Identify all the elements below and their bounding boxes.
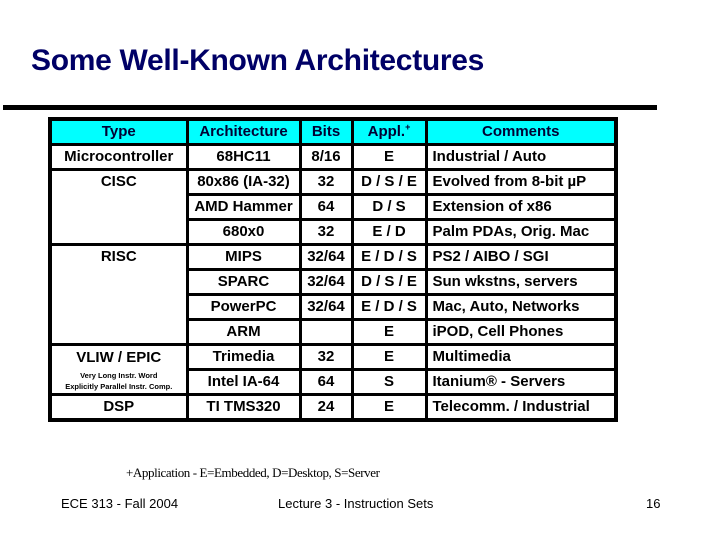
bits-cell: 32/64 bbox=[298, 268, 354, 296]
appl-cell: E bbox=[350, 393, 428, 422]
table-row: DSP TI TMS320 24 E Telecomm. / Industria… bbox=[48, 393, 618, 422]
bits-cell bbox=[298, 318, 354, 346]
comments-cell: Evolved from 8-bit µP bbox=[424, 168, 618, 196]
architecture-cell: Trimedia bbox=[185, 343, 302, 371]
epic-expansion: Explicitly Parallel Instr. Comp. bbox=[65, 382, 173, 391]
footnote-marker: + bbox=[405, 122, 411, 132]
architecture-cell: TI TMS320 bbox=[185, 393, 302, 422]
comments-cell: Multimedia bbox=[424, 343, 618, 371]
appl-cell: E bbox=[350, 343, 428, 371]
bits-cell: 24 bbox=[298, 393, 354, 422]
comments-cell: iPOD, Cell Phones bbox=[424, 318, 618, 346]
architecture-cell: MIPS bbox=[185, 243, 302, 271]
header-appl: Appl.+ bbox=[350, 117, 428, 146]
appl-cell: D / S bbox=[350, 193, 428, 221]
title-rule-divider bbox=[3, 105, 657, 110]
appl-cell: S bbox=[350, 368, 428, 396]
type-cell-dsp: DSP bbox=[48, 393, 189, 422]
header-comments: Comments bbox=[424, 117, 618, 146]
header-bits: Bits bbox=[298, 117, 354, 146]
appl-cell: E / D / S bbox=[350, 243, 428, 271]
appl-cell: E bbox=[350, 318, 428, 346]
architecture-cell: Intel IA-64 bbox=[185, 368, 302, 396]
table-row: VLIW / EPIC Very Long Instr. Word Explic… bbox=[48, 343, 618, 396]
slide-title: Some Well-Known Architectures bbox=[31, 44, 485, 77]
comments-cell: Mac, Auto, Networks bbox=[424, 293, 618, 321]
bits-cell: 32 bbox=[298, 168, 354, 196]
appl-cell: E / D bbox=[350, 218, 428, 246]
architecture-cell: PowerPC bbox=[185, 293, 302, 321]
bits-cell: 32/64 bbox=[298, 243, 354, 271]
type-cell-microcontroller: Microcontroller bbox=[48, 143, 189, 171]
comments-cell: Palm PDAs, Orig. Mac bbox=[424, 218, 618, 246]
table-row: RISC MIPS 32/64 E / D / S PS2 / AIBO / S… bbox=[48, 243, 618, 346]
architecture-cell: ARM bbox=[185, 318, 302, 346]
vliw-epic-label: VLIW / EPIC bbox=[76, 349, 162, 366]
table-row: CISC 80x86 (IA-32) 32 D / S / E Evolved … bbox=[48, 168, 618, 246]
appl-cell: E / D / S bbox=[350, 293, 428, 321]
comments-cell: Extension of x86 bbox=[424, 193, 618, 221]
comments-cell: Sun wkstns, servers bbox=[424, 268, 618, 296]
appl-cell: D / S / E bbox=[350, 268, 428, 296]
table-header-row: Type Architecture Bits Appl.+ Comments bbox=[48, 117, 618, 146]
bits-cell: 32 bbox=[298, 218, 354, 246]
bits-cell: 32 bbox=[298, 343, 354, 371]
architecture-cell: 80x86 (IA-32) bbox=[185, 168, 302, 196]
type-cell-cisc: CISC bbox=[48, 168, 189, 246]
architectures-table: Type Architecture Bits Appl.+ Comments M… bbox=[48, 117, 618, 422]
architecture-cell: 680x0 bbox=[185, 218, 302, 246]
footer-lecture: Lecture 3 - Instruction Sets bbox=[278, 496, 434, 511]
header-architecture: Architecture bbox=[185, 117, 302, 146]
comments-cell: Industrial / Auto bbox=[424, 143, 618, 171]
type-cell-vliw-epic: VLIW / EPIC Very Long Instr. Word Explic… bbox=[48, 343, 189, 396]
application-footnote: +Application - E=Embedded, D=Desktop, S=… bbox=[126, 465, 380, 480]
header-appl-label: Appl. bbox=[367, 123, 406, 140]
comments-cell: PS2 / AIBO / SGI bbox=[424, 243, 618, 271]
table-row: Microcontroller 68HC11 8/16 E Industrial… bbox=[48, 143, 618, 171]
appl-cell: E bbox=[350, 143, 428, 171]
slide-number: 16 bbox=[646, 496, 661, 511]
vliw-expansion: Very Long Instr. Word bbox=[80, 371, 158, 380]
bits-cell: 64 bbox=[298, 368, 354, 396]
architecture-cell: AMD Hammer bbox=[185, 193, 302, 221]
comments-cell: Itanium® - Servers bbox=[424, 368, 618, 396]
header-type: Type bbox=[48, 117, 189, 146]
bits-cell: 64 bbox=[298, 193, 354, 221]
type-cell-risc: RISC bbox=[48, 243, 189, 346]
bits-cell: 8/16 bbox=[298, 143, 354, 171]
appl-cell: D / S / E bbox=[350, 168, 428, 196]
comments-cell: Telecomm. / Industrial bbox=[424, 393, 618, 422]
footer-course: ECE 313 - Fall 2004 bbox=[61, 496, 179, 511]
bits-cell: 32/64 bbox=[298, 293, 354, 321]
architecture-cell: 68HC11 bbox=[185, 143, 302, 171]
architecture-cell: SPARC bbox=[185, 268, 302, 296]
